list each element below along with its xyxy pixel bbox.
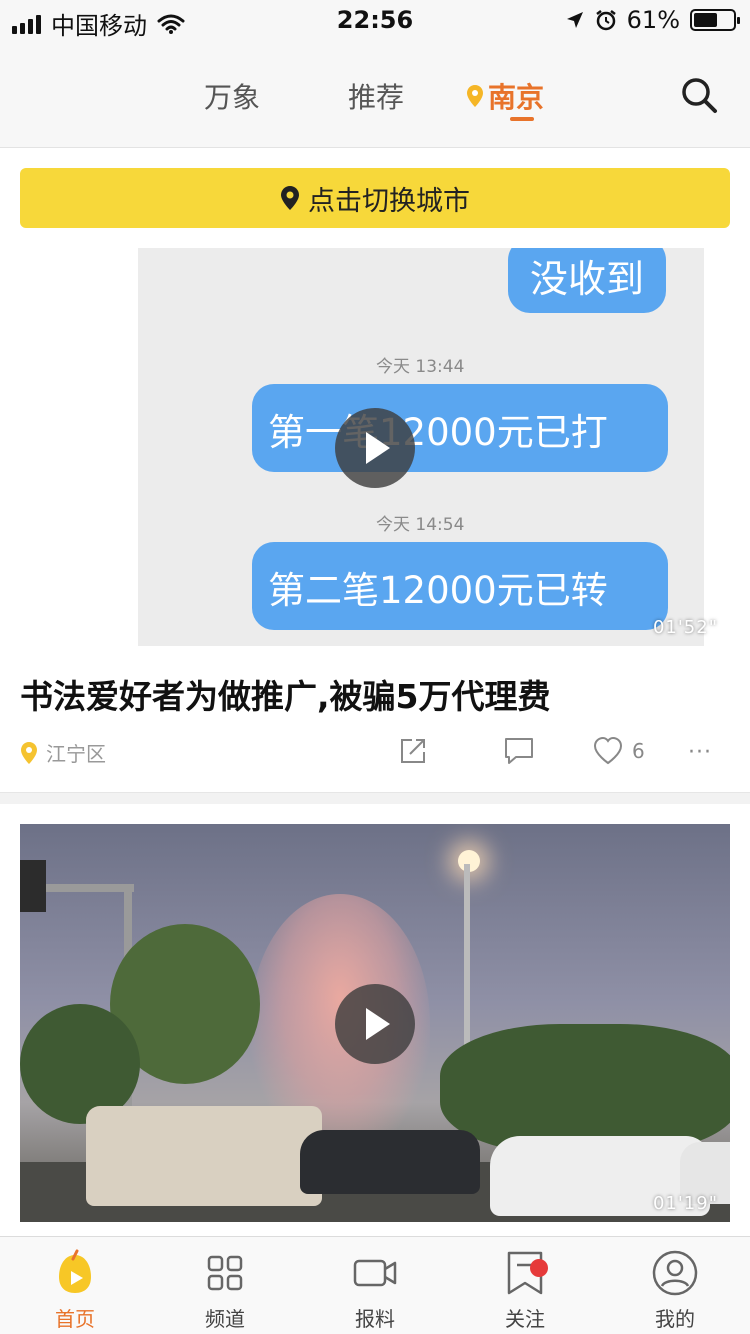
- heart-icon: [593, 736, 623, 765]
- tab-wanxiang[interactable]: 万象: [204, 76, 260, 116]
- play-button-2[interactable]: [335, 984, 415, 1064]
- traffic-arm: [44, 884, 134, 892]
- tab-follow-label: 关注: [505, 1307, 545, 1331]
- tab-follow[interactable]: 关注: [450, 1249, 600, 1332]
- location-pin-icon: [21, 741, 37, 764]
- chat-bubble-top: 没收到: [508, 248, 667, 313]
- video-camera-icon: [353, 1259, 397, 1287]
- video-thumbnail-1[interactable]: 没收到 今天 13:44 第一笔12000元已打 今天 14:54 第二笔120…: [20, 248, 730, 646]
- tab-channels[interactable]: 频道: [150, 1249, 300, 1332]
- alarm-icon: [595, 10, 616, 31]
- video-duration-1: 01'52": [652, 617, 718, 638]
- search-icon[interactable]: [680, 76, 718, 114]
- bottom-tab-bar: 首页 频道 报料 关注 我的: [0, 1236, 750, 1334]
- article-title[interactable]: 书法爱好者为做推广,被骗5万代理费: [20, 670, 730, 718]
- play-button-1[interactable]: [335, 408, 415, 488]
- tab-home[interactable]: 首页: [0, 1249, 150, 1332]
- like-count: 6: [632, 739, 645, 763]
- location-label: 江宁区: [46, 742, 106, 766]
- more-icon[interactable]: ···: [688, 740, 712, 765]
- share-icon[interactable]: [398, 736, 428, 766]
- like-button[interactable]: 6: [592, 736, 645, 766]
- chat-bubble-1: 第一笔12000元已打: [252, 384, 668, 472]
- traffic-light: [20, 860, 46, 912]
- van: [86, 1106, 322, 1206]
- tab-report-label: 报料: [355, 1307, 395, 1331]
- top-nav: 万象 推荐 南京: [0, 40, 750, 148]
- video-duration-2: 01'19": [652, 1193, 718, 1214]
- tab-nanjing-label: 南京: [488, 81, 545, 114]
- chat-screenshot: 没收到 今天 13:44 第一笔12000元已打 今天 14:54 第二笔120…: [138, 248, 704, 646]
- article-location: 江宁区: [20, 738, 106, 767]
- location-pin-icon: [281, 186, 299, 210]
- user-icon: [652, 1250, 698, 1296]
- tab-recommend[interactable]: 推荐: [348, 76, 404, 116]
- status-bar: 中国移动 22:56 61%: [0, 0, 750, 40]
- home-icon: [59, 1249, 91, 1293]
- notification-badge: [530, 1259, 548, 1277]
- location-arrow-icon: [566, 12, 583, 28]
- status-right: 61%: [565, 6, 740, 34]
- location-pin-icon: [467, 85, 483, 107]
- chat-time-2: 今天 14:54: [376, 515, 465, 535]
- car-dark: [300, 1130, 480, 1194]
- tree-3: [440, 1024, 730, 1154]
- tab-report[interactable]: 报料: [300, 1249, 450, 1332]
- tab-me-label: 我的: [655, 1307, 695, 1331]
- article-meta: 江宁区 6 ···: [20, 736, 730, 772]
- tab-home-label: 首页: [55, 1307, 95, 1331]
- battery-percent: 61%: [626, 6, 680, 34]
- tab-me[interactable]: 我的: [600, 1249, 750, 1332]
- city-switch-label: 点击切换城市: [308, 185, 470, 217]
- grid-icon: [207, 1255, 243, 1291]
- tab-nanjing[interactable]: 南京: [466, 76, 544, 116]
- battery-icon: [690, 9, 740, 31]
- comment-icon[interactable]: [502, 736, 536, 766]
- tab-channels-label: 频道: [205, 1307, 245, 1331]
- video-thumbnail-2[interactable]: 01'19": [20, 824, 730, 1222]
- feed-divider: [0, 792, 750, 804]
- chat-time-1: 今天 13:44: [376, 357, 465, 377]
- active-tab-indicator: [510, 117, 534, 121]
- chat-bubble-2: 第二笔12000元已转: [252, 542, 668, 630]
- city-switch-button[interactable]: 点击切换城市: [20, 168, 730, 228]
